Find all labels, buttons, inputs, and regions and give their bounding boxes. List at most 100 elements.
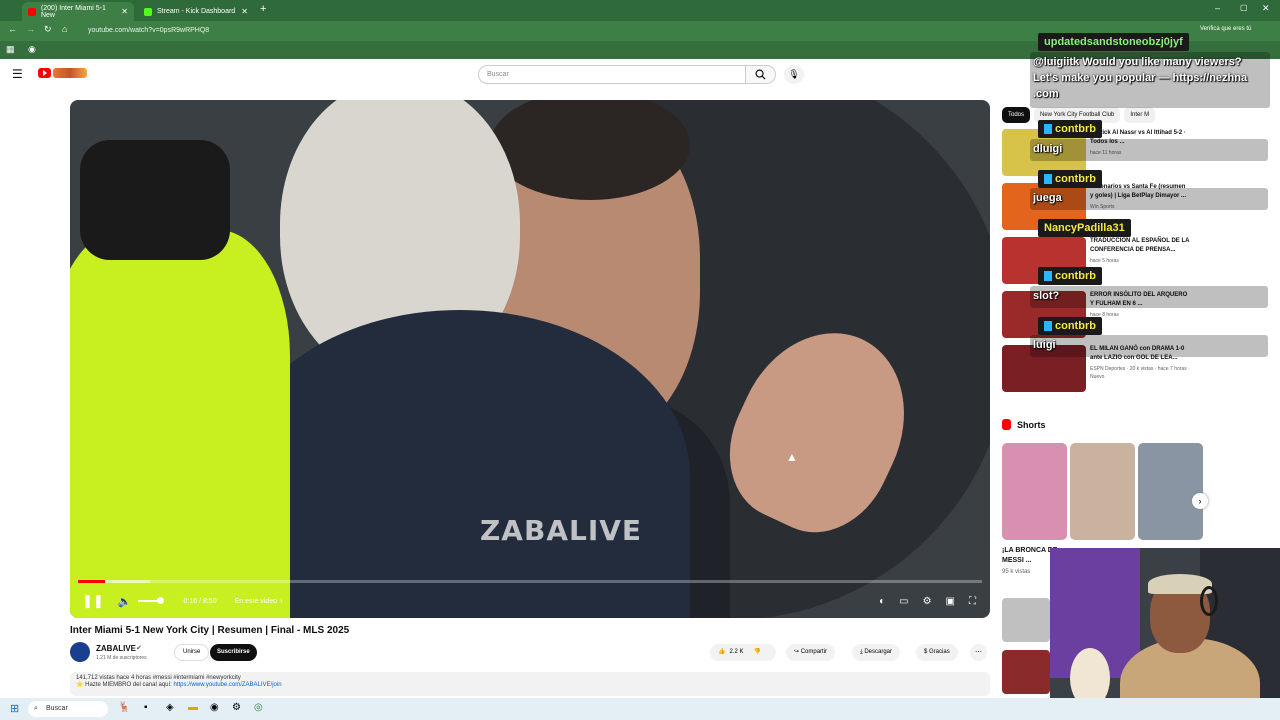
shorts-next-icon[interactable]: › (1192, 493, 1208, 509)
search-input[interactable]: Buscar (478, 65, 746, 84)
fullscreen-icon[interactable]: ⛶ (969, 596, 976, 607)
description-member-text: ⭐ Hazte MIEMBRO del canal aquí: (76, 682, 174, 688)
chat-badge-icon (1044, 321, 1052, 332)
download-label: Descargar (864, 649, 893, 655)
chat-username-text: contbrb (1055, 320, 1096, 332)
video-watermark: ZABALIVE (480, 514, 643, 547)
autoplay-toggle-icon[interactable]: ◐ (879, 596, 885, 607)
close-window-icon[interactable]: ✕ (1262, 3, 1270, 14)
chat-message: slot? (1030, 286, 1268, 308)
chapter-button[interactable]: En este video (235, 598, 277, 605)
like-icon[interactable]: 👍 (718, 644, 725, 661)
chat-message: @luigiitk Would you like many viewers? L… (1030, 52, 1270, 108)
new-tab-icon[interactable]: + (260, 3, 266, 15)
download-button[interactable]: ⤓ Descargar (852, 644, 901, 661)
mic-button[interactable]: 🎙 (784, 65, 804, 84)
volume-icon[interactable]: 🔈 (118, 595, 132, 608)
dislike-icon[interactable]: 👎 (754, 644, 761, 661)
progress-played (78, 580, 106, 583)
short-thumbnail[interactable] (1002, 650, 1050, 694)
youtube-logo-icon[interactable] (38, 68, 51, 78)
thanks-label: Gracias (929, 649, 950, 655)
verified-icon: ✔ (136, 645, 142, 652)
tab-label: (200) Inter Miami 5-1 New (40, 4, 106, 19)
apps-icon[interactable]: ▦ (6, 44, 15, 55)
search-button[interactable] (746, 65, 776, 84)
chat-message: dluigi (1030, 139, 1268, 161)
url-field[interactable]: youtube.com/watch?v=0psR9wRPHQ8 (88, 24, 1188, 38)
shorts-title: Shorts (1017, 419, 1046, 430)
pause-icon[interactable]: ❚❚ (82, 593, 104, 609)
chevron-right-icon: › (280, 597, 283, 605)
kick-favicon-icon (144, 7, 152, 16)
webcam-headphones (1200, 586, 1218, 616)
home-icon[interactable]: ⌂ (62, 24, 67, 34)
chat-username-text: contbrb (1055, 123, 1096, 135)
description-link[interactable]: https://www.youtube.com/ZABALIVE/join (174, 682, 282, 688)
chrome-icon[interactable]: ◉ (28, 44, 36, 55)
browser-tab-bar: (200) Inter Miami 5-1 New ✕ Stream - Kic… (0, 0, 1280, 21)
subscribe-button[interactable]: Suscribirse (210, 644, 257, 661)
join-button[interactable]: Unirse (174, 644, 210, 661)
chat-username: NancyPadilla31 (1038, 219, 1131, 237)
app-icon[interactable]: ◈ (166, 702, 174, 713)
taskbar-search-label: Buscar (46, 705, 68, 712)
menu-icon[interactable]: ☰ (12, 67, 23, 81)
minimize-icon[interactable]: – (1215, 3, 1220, 13)
short-thumbnail[interactable] (1002, 443, 1067, 540)
search-icon: ⌕ (34, 705, 38, 712)
youtube-favicon-icon (28, 7, 36, 16)
thanks-button[interactable]: $ Gracias (916, 644, 958, 661)
settings-icon[interactable]: ⚙ (232, 702, 241, 713)
like-count[interactable]: 2.2 K (729, 644, 743, 661)
chat-username-text: contbrb (1055, 173, 1096, 185)
miniplayer-icon[interactable]: ▣ (946, 596, 955, 607)
file-explorer-icon[interactable]: ▬ (188, 702, 198, 713)
app-icon[interactable]: 🦌 (118, 702, 130, 713)
more-actions-icon[interactable]: ⋯ (970, 644, 987, 661)
app-icon[interactable]: ◉ (210, 702, 219, 713)
description-box[interactable]: 141,712 vistas hace 4 horas #messi #inte… (70, 672, 990, 696)
close-tab-icon[interactable]: ✕ (241, 7, 248, 16)
video-suit (230, 310, 690, 618)
shorts-heading: Shorts (1002, 419, 1046, 430)
forward-icon[interactable]: → (26, 24, 35, 34)
windows-start-icon[interactable]: ⊞ (10, 702, 19, 715)
webcam-overlay (1050, 548, 1280, 720)
subscriber-count: 1.21 M de suscriptores (96, 655, 147, 661)
video-title: Inter Miami 5-1 New York City | Resumen … (70, 625, 350, 636)
chip-all[interactable]: Todos (1002, 107, 1031, 123)
progress-bar[interactable] (78, 580, 982, 583)
share-button[interactable]: ↪ Compartir (786, 644, 836, 661)
channel-avatar[interactable] (70, 642, 90, 662)
tab-youtube[interactable]: (200) Inter Miami 5-1 New ✕ (22, 2, 134, 21)
settings-icon[interactable]: ⚙ (923, 596, 932, 607)
mic-icon: 🎙 (788, 69, 800, 79)
time-display: 0:16 / 8:50 (183, 597, 217, 605)
chrome-icon[interactable]: ◎ (254, 702, 263, 713)
video-player[interactable]: ZABALIVE ▲ ❚❚ 🔈 0:16 / 8:50 En este vide… (70, 100, 990, 618)
task-view-icon[interactable]: ▪ (144, 702, 148, 713)
short-thumbnail[interactable] (1002, 598, 1050, 642)
video-camera (80, 140, 230, 260)
tab-kick[interactable]: Stream - Kick Dashboard ✕ (138, 2, 254, 21)
chat-message: juega (1030, 188, 1268, 210)
taskbar-search[interactable]: ⌕ Buscar (28, 701, 108, 717)
like-dislike-group: 👍 2.2 K 👎 (710, 644, 776, 661)
volume-slider[interactable] (137, 597, 164, 604)
subtitles-icon[interactable]: ▭ (899, 596, 908, 607)
close-tab-icon[interactable]: ✕ (121, 7, 128, 16)
short-views: 95 k vistas (1002, 569, 1031, 575)
chat-badge-icon (1044, 124, 1052, 135)
chat-badge-icon (1044, 174, 1052, 185)
shorts-icon (1002, 419, 1011, 430)
chat-username: contbrb (1038, 317, 1102, 335)
reload-icon[interactable]: ↻ (44, 24, 52, 35)
back-icon[interactable]: ← (8, 24, 17, 34)
short-thumbnail[interactable] (1138, 443, 1203, 540)
channel-name[interactable]: ZABALIVE (96, 644, 136, 653)
maximize-icon[interactable]: ▢ (1240, 3, 1248, 12)
short-thumbnail[interactable] (1070, 443, 1135, 540)
cursor-icon: ▲ (786, 450, 798, 464)
doodle-logo[interactable] (53, 68, 87, 78)
